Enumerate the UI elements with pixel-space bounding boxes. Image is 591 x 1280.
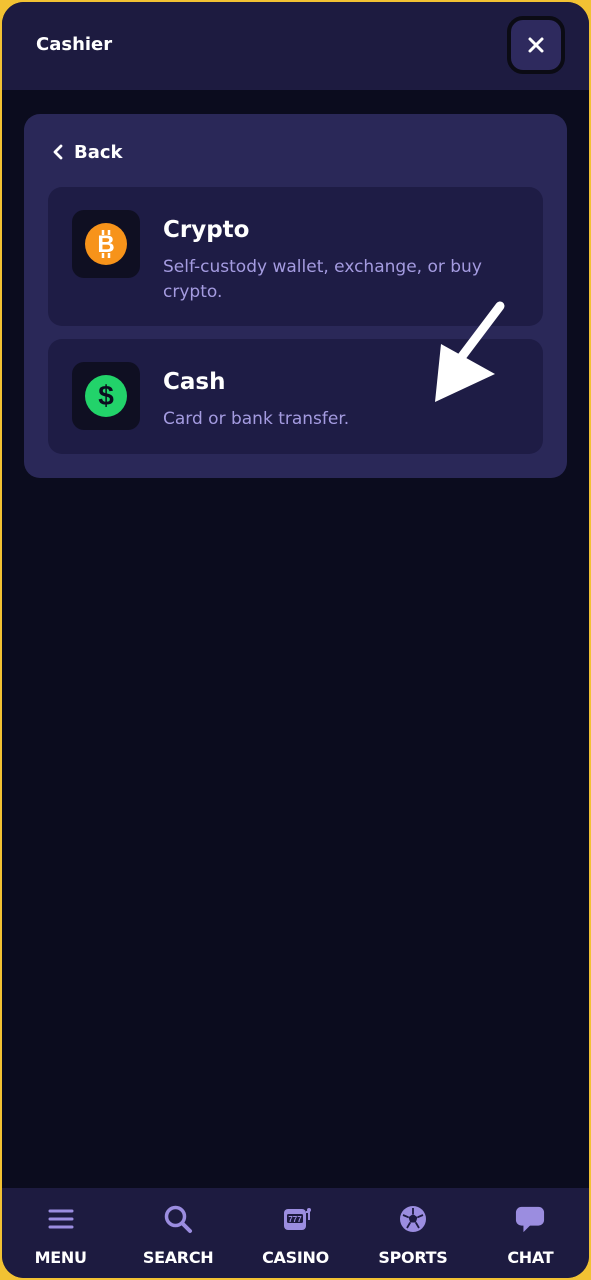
main-content: Back B Crypto Self-custody wallet, excha… — [2, 90, 589, 1188]
svg-text:B: B — [97, 231, 114, 258]
nav-sports[interactable]: SPORTS — [354, 1188, 471, 1278]
back-label: Back — [74, 141, 123, 163]
nav-search[interactable]: SEARCH — [119, 1188, 236, 1278]
dollar-icon: $ — [85, 375, 127, 417]
search-icon — [163, 1204, 193, 1234]
soccer-ball-icon — [398, 1204, 428, 1234]
payment-method-panel: Back B Crypto Self-custody wallet, excha… — [24, 114, 567, 478]
nav-chat-label: CHAT — [507, 1248, 554, 1267]
cash-icon-box: $ — [72, 362, 140, 430]
option-crypto-title: Crypto — [163, 217, 250, 243]
nav-menu[interactable]: MENU — [2, 1188, 119, 1278]
crypto-icon-box: B — [72, 210, 140, 278]
nav-casino[interactable]: 777 CASINO — [237, 1188, 354, 1278]
hamburger-icon — [46, 1204, 76, 1234]
nav-search-label: SEARCH — [142, 1248, 214, 1267]
header: Cashier — [2, 2, 589, 90]
nav-sports-label: SPORTS — [378, 1248, 448, 1267]
option-cash-title: Cash — [163, 369, 226, 395]
slot-machine-icon: 777 — [281, 1204, 311, 1234]
back-button[interactable]: Back — [52, 138, 123, 166]
close-button[interactable] — [507, 16, 565, 74]
app-frame: Cashier Back B Crypto Self-custody walle… — [2, 2, 589, 1278]
chevron-left-icon — [53, 144, 63, 160]
chat-bubble-icon — [515, 1204, 545, 1234]
close-icon — [528, 37, 544, 53]
bitcoin-icon: B — [85, 223, 127, 265]
pointer-arrow-icon — [435, 301, 505, 402]
option-cash-description: Card or bank transfer. — [163, 409, 350, 429]
nav-menu-label: MENU — [34, 1248, 87, 1267]
nav-chat[interactable]: CHAT — [472, 1188, 589, 1278]
page-title: Cashier — [36, 34, 113, 55]
svg-text:777: 777 — [288, 1215, 302, 1224]
bottom-navigation: MENU SEARCH 777 CASINO SPORTS CHAT — [2, 1188, 589, 1278]
svg-text:$: $ — [98, 380, 114, 411]
nav-casino-label: CASINO — [262, 1248, 329, 1267]
